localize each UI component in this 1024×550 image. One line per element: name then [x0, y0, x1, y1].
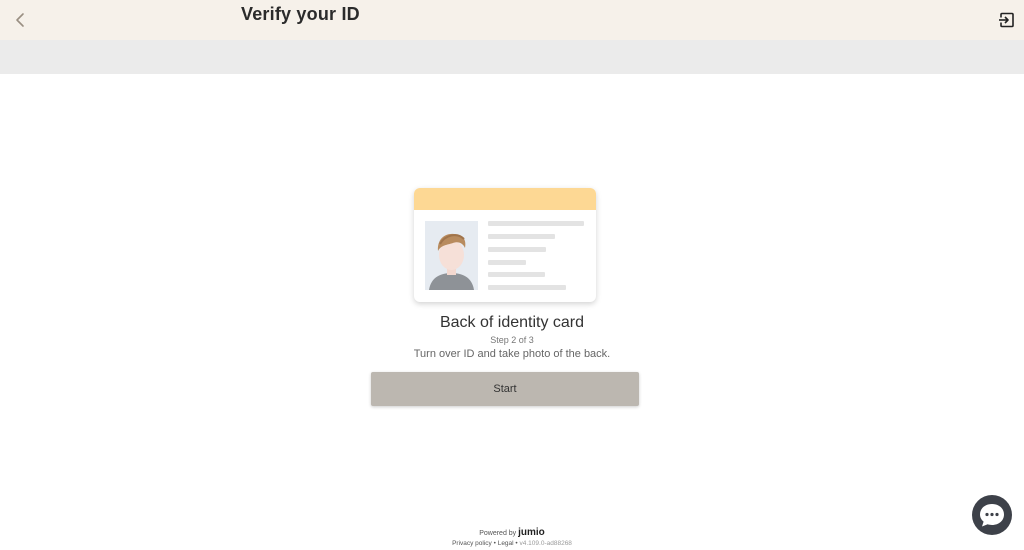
chat-bubble-icon	[980, 504, 1004, 527]
exit-button[interactable]	[998, 11, 1016, 29]
footer-links: Privacy policy • Legal • v4.109.0-ad8826…	[0, 540, 1024, 547]
card-text-line	[488, 285, 566, 290]
privacy-policy-link[interactable]: Privacy policy	[452, 540, 492, 547]
back-button[interactable]	[8, 8, 32, 32]
powered-by: Powered by jumio	[0, 527, 1024, 538]
start-button[interactable]: Start	[371, 372, 639, 406]
version-label: v4.109.0-ad88268	[519, 540, 572, 547]
header-bar: Verify your ID	[0, 0, 1024, 40]
exit-icon	[999, 12, 1014, 28]
chevron-left-icon	[16, 13, 24, 27]
step-indicator: Step 2 of 3	[490, 335, 534, 345]
card-header-stripe	[414, 188, 596, 210]
instruction-text: Turn over ID and take photo of the back.	[413, 348, 611, 360]
card-text-line	[488, 234, 555, 239]
powered-by-label: Powered by	[479, 530, 517, 537]
chat-button[interactable]	[972, 495, 1012, 535]
card-text-line	[488, 247, 546, 252]
document-title: Back of identity card	[439, 314, 585, 331]
id-card-illustration	[414, 188, 596, 302]
card-text-line	[488, 272, 545, 277]
jumio-logo: jumio	[518, 527, 545, 538]
footer-separator: •	[493, 540, 496, 547]
legal-link[interactable]: Legal	[498, 540, 514, 547]
footer-separator: •	[515, 540, 518, 547]
page-title: Verify your ID	[241, 4, 360, 24]
portrait-icon	[425, 221, 478, 290]
card-text-line	[488, 221, 584, 226]
progress-bar-area	[0, 40, 1024, 74]
card-text-line	[488, 260, 526, 265]
